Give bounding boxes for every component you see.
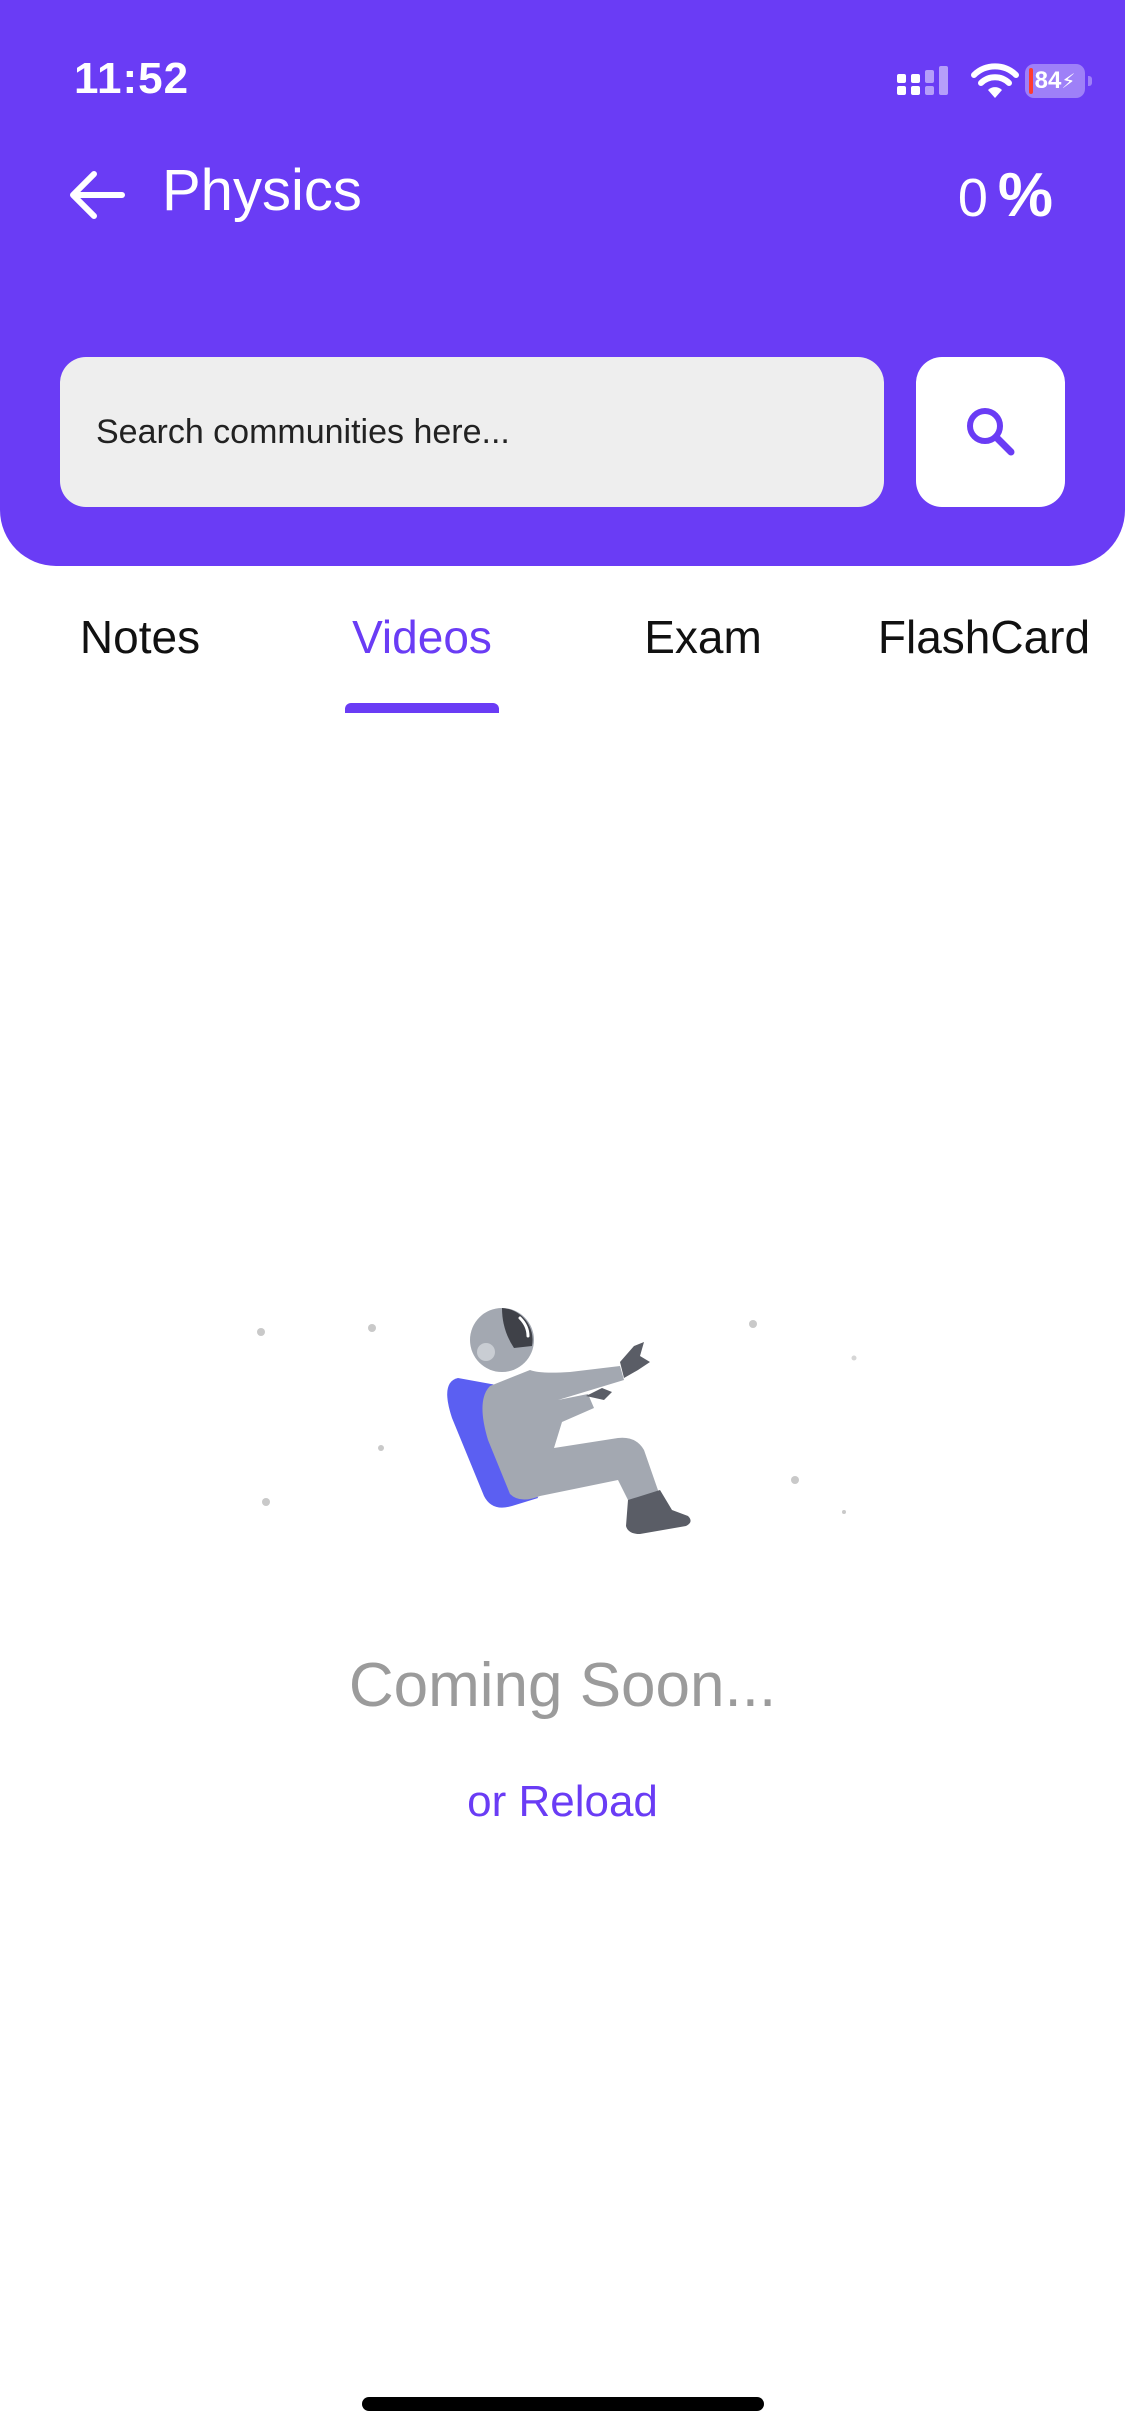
home-indicator xyxy=(362,2397,764,2411)
tab-flashcard[interactable]: FlashCard xyxy=(864,600,1104,712)
astronaut-illustration xyxy=(257,1308,857,1534)
progress-percent: 0% xyxy=(958,160,1053,231)
wifi-icon xyxy=(971,63,1019,98)
percent-symbol: % xyxy=(997,161,1053,230)
active-tab-indicator xyxy=(345,703,499,713)
search-input[interactable] xyxy=(60,357,884,507)
tab-exam[interactable]: Exam xyxy=(603,600,803,712)
coming-soon-title: Coming Soon... xyxy=(348,1651,777,1720)
battery-level: 84 xyxy=(1034,67,1062,94)
tab-exam-label: Exam xyxy=(644,611,762,663)
page-title: Physics xyxy=(162,158,362,223)
signal-icon xyxy=(897,66,948,95)
search-button[interactable] xyxy=(916,357,1065,507)
header: 11:52 84 ⚡ Physics 0% xyxy=(0,0,1125,566)
tab-bar: Notes Videos Exam FlashCard xyxy=(0,600,1125,712)
battery-icon: 84 ⚡ xyxy=(1025,64,1092,98)
tab-flashcard-label: FlashCard xyxy=(877,611,1091,663)
tab-videos[interactable]: Videos xyxy=(322,600,522,712)
tab-notes-label: Notes xyxy=(79,611,201,663)
tab-notes[interactable]: Notes xyxy=(40,600,240,712)
reload-link[interactable]: or Reload xyxy=(0,1777,1125,1827)
search-icon xyxy=(966,408,1014,456)
tab-videos-label: Videos xyxy=(352,611,492,663)
back-arrow-icon xyxy=(70,171,125,219)
progress-value: 0 xyxy=(957,168,988,228)
status-time: 11:52 xyxy=(74,54,190,103)
back-button[interactable] xyxy=(62,160,132,230)
